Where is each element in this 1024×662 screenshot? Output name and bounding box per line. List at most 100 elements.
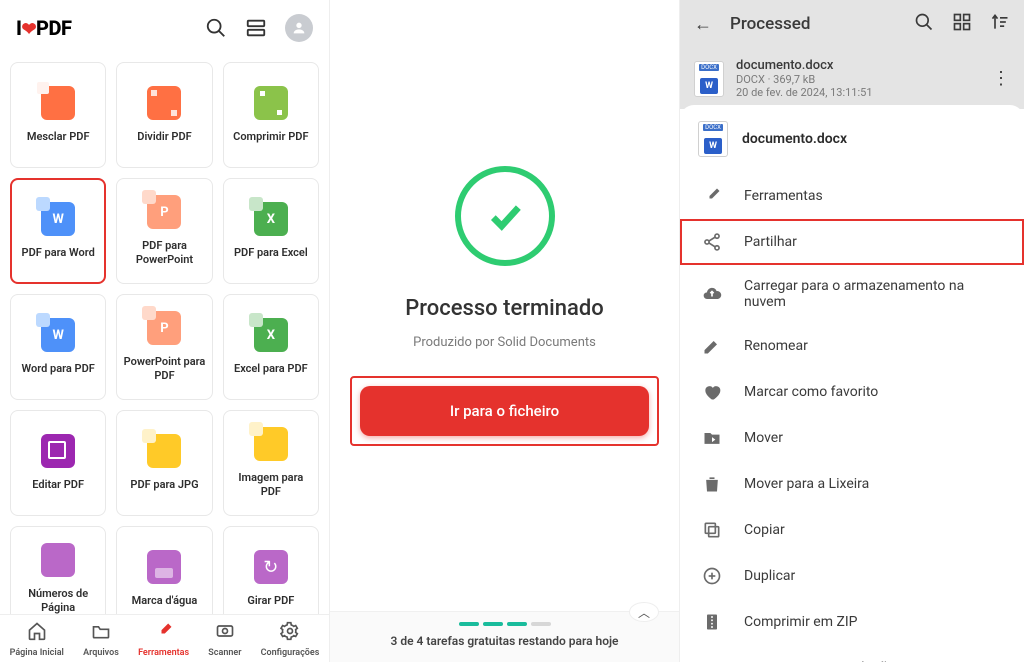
tool-pagenum[interactable]: Números de Página xyxy=(10,526,106,614)
nav-tools[interactable]: Ferramentas xyxy=(138,621,189,658)
action-favorite[interactable]: Marcar como favorito xyxy=(680,369,1024,415)
zip-icon xyxy=(702,612,722,632)
file-date: 20 de fev. de 2024, 13:11:51 xyxy=(736,86,873,99)
duplicate-icon xyxy=(702,566,722,586)
action-trash[interactable]: Mover para a Lixeira xyxy=(680,461,1024,507)
settings-icon xyxy=(280,621,300,646)
result-title: Processo terminado xyxy=(405,296,604,321)
tool-label: Dividir PDF xyxy=(137,130,191,144)
move-icon xyxy=(702,428,722,448)
progress-segment xyxy=(483,622,503,626)
copy-icon xyxy=(702,520,722,540)
grid-view-icon[interactable] xyxy=(952,12,972,37)
tasks-footer: ︿ 3 de 4 tarefas gratuitas restando para… xyxy=(330,611,679,662)
action-rename[interactable]: Renomear xyxy=(680,323,1024,369)
file-name: documento.docx xyxy=(736,58,873,73)
split-icon xyxy=(147,86,181,120)
rotate-icon xyxy=(254,550,288,584)
tool-split[interactable]: Dividir PDF xyxy=(116,62,212,168)
newfolder-icon xyxy=(702,658,722,662)
nav-settings[interactable]: Configurações xyxy=(261,621,320,658)
view-toggle-icon[interactable] xyxy=(245,17,267,39)
sort-icon[interactable] xyxy=(990,12,1010,37)
nav-files[interactable]: Arquivos xyxy=(83,621,119,658)
trash-icon xyxy=(702,474,722,494)
tool-rotate[interactable]: Girar PDF xyxy=(223,526,319,614)
tools-icon xyxy=(154,621,174,646)
action-zip[interactable]: Comprimir em ZIP xyxy=(680,599,1024,645)
tools-icon xyxy=(702,186,722,206)
watermark-icon xyxy=(147,550,181,584)
tool-label: Marca d'água xyxy=(132,594,198,608)
compress-icon xyxy=(254,86,288,120)
nav-label: Ferramentas xyxy=(138,648,189,658)
tool-label: PDF para PowerPoint xyxy=(121,239,207,267)
action-label: Renomear xyxy=(744,338,808,354)
tool-pdf2word[interactable]: PDF para Word xyxy=(10,178,106,284)
tool-edit[interactable]: Editar PDF xyxy=(10,410,106,516)
nav-label: Configurações xyxy=(261,648,320,658)
action-label: Comprimir em ZIP xyxy=(744,614,857,630)
file-row[interactable]: DOCX W documento.docx DOCX · 369,7 kB 20… xyxy=(680,48,1024,109)
docx-file-icon: DOCX W xyxy=(694,61,724,97)
tools-panel: I❤PDF Mesclar PDF Dividir PDF Comprimir PD… xyxy=(0,0,330,662)
back-arrow-icon[interactable]: ← xyxy=(694,14,712,35)
expand-handle-icon[interactable]: ︿ xyxy=(629,602,659,622)
action-copy[interactable]: Copiar xyxy=(680,507,1024,553)
nav-scanner[interactable]: Scanner xyxy=(208,621,241,658)
word2pdf-icon xyxy=(41,318,75,352)
tool-label: Word para PDF xyxy=(22,362,95,376)
action-newfolder[interactable]: Criar pasta com seleção xyxy=(680,645,1024,662)
tool-ppt2pdf[interactable]: PowerPoint para PDF xyxy=(116,294,212,400)
tool-label: Excel para PDF xyxy=(234,362,308,376)
pdf2word-icon xyxy=(41,202,75,236)
action-share[interactable]: Partilhar xyxy=(680,219,1024,265)
tool-pdf2ppt[interactable]: PDF para PowerPoint xyxy=(116,178,212,284)
sheet-header: DOCX W documento.docx xyxy=(680,105,1024,173)
bottom-nav: Página Inicial Arquivos Ferramentas Scanner… xyxy=(0,614,329,662)
tool-merge[interactable]: Mesclar PDF xyxy=(10,62,106,168)
ppt2pdf-icon xyxy=(147,311,181,345)
search-icon[interactable] xyxy=(205,17,227,39)
edit-icon xyxy=(41,434,75,468)
action-duplicate[interactable]: Duplicar xyxy=(680,553,1024,599)
tool-pdf2xls[interactable]: PDF para Excel xyxy=(223,178,319,284)
action-upload[interactable]: Carregar para o armazenamento na nuvem xyxy=(680,265,1024,323)
rename-icon xyxy=(702,336,722,356)
tool-label: Girar PDF xyxy=(247,594,294,608)
favorite-icon xyxy=(702,382,722,402)
tool-pdf2jpg[interactable]: PDF para JPG xyxy=(116,410,212,516)
tool-xls2pdf[interactable]: Excel para PDF xyxy=(223,294,319,400)
tools-grid: Mesclar PDF Dividir PDF Comprimir PDF PDF p… xyxy=(0,56,329,614)
tool-word2pdf[interactable]: Word para PDF xyxy=(10,294,106,400)
action-label: Carregar para o armazenamento na nuvem xyxy=(744,278,1002,310)
pdf2ppt-icon xyxy=(147,195,181,229)
action-label: Duplicar xyxy=(744,568,795,584)
tool-watermark[interactable]: Marca d'água xyxy=(116,526,212,614)
action-label: Partilhar xyxy=(744,234,797,250)
img2pdf-icon xyxy=(254,427,288,461)
action-label: Copiar xyxy=(744,522,785,538)
tool-label: PDF para JPG xyxy=(130,478,198,492)
more-options-icon[interactable]: ⋮ xyxy=(992,68,1010,89)
scanner-icon xyxy=(215,621,235,646)
home-icon xyxy=(27,621,47,646)
action-label: Mover para a Lixeira xyxy=(744,476,869,492)
sheet-filename: documento.docx xyxy=(742,131,847,147)
nav-home[interactable]: Página Inicial xyxy=(10,621,64,658)
tool-img2pdf[interactable]: Imagem para PDF xyxy=(223,410,319,516)
action-label: Marcar como favorito xyxy=(744,384,878,400)
app-logo: I❤PDF xyxy=(16,16,71,40)
tool-compress[interactable]: Comprimir PDF xyxy=(223,62,319,168)
action-tools[interactable]: Ferramentas xyxy=(680,173,1024,219)
search-icon[interactable] xyxy=(914,12,934,37)
go-to-file-button[interactable]: Ir para o ficheiro xyxy=(360,386,649,436)
action-move[interactable]: Mover xyxy=(680,415,1024,461)
pagenum-icon xyxy=(41,543,75,577)
go-to-file-highlight: Ir para o ficheiro xyxy=(350,376,659,446)
result-subtitle: Produzido por Solid Documents xyxy=(413,335,596,350)
progress-segment xyxy=(459,622,479,626)
tool-label: Editar PDF xyxy=(32,478,84,492)
user-avatar-icon[interactable] xyxy=(285,14,313,42)
action-sheet: DOCX W documento.docx Ferramentas Partilh… xyxy=(680,105,1024,662)
